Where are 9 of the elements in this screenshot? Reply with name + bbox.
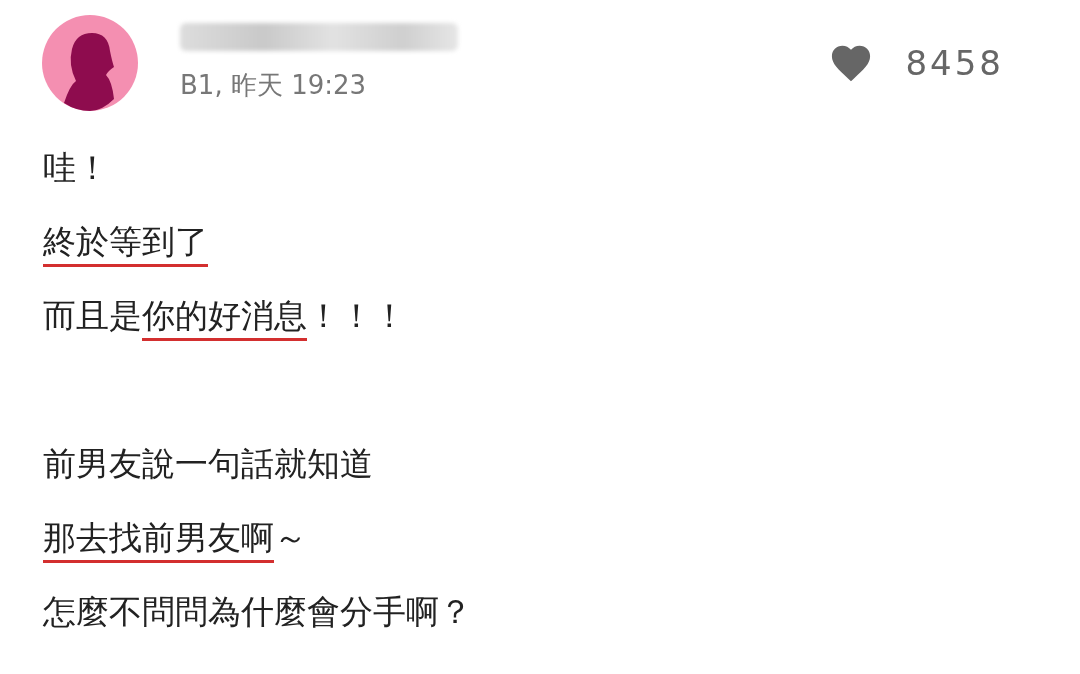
post-time: B1, 昨天 19:23 bbox=[180, 69, 368, 101]
comment-line: 哇！ bbox=[43, 148, 109, 189]
comment-line: 而且是你的好消息！！！ bbox=[43, 296, 406, 370]
like-count: 8458 bbox=[905, 43, 1004, 83]
comment-line: 那去找前男友啊～ bbox=[43, 518, 307, 592]
comment-line: 前男友說一句話就知道 bbox=[43, 443, 373, 485]
avatar-icon bbox=[42, 15, 138, 111]
comment-line: 終於等到了 bbox=[43, 222, 208, 296]
comment-line: 怎麼不問問為什麼會分手啊？ bbox=[43, 592, 472, 633]
